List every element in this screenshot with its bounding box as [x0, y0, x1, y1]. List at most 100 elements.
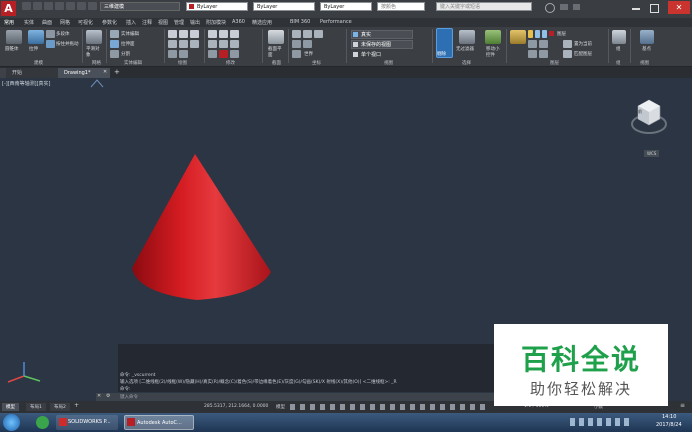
arc-icon[interactable] [168, 40, 177, 48]
help-icon[interactable] [573, 4, 580, 10]
plot-icon[interactable] [66, 2, 75, 10]
tab-home[interactable]: 常用 [4, 19, 14, 26]
command-settings-icon[interactable]: ⚙ [106, 393, 110, 399]
filter-icon[interactable] [459, 30, 475, 44]
make-current-icon[interactable] [563, 40, 572, 48]
layer-tool1-icon[interactable] [528, 40, 537, 48]
tab-annotate[interactable]: 注释 [142, 19, 152, 26]
tab-start[interactable]: 开始 [6, 68, 58, 78]
layer-tool2-icon[interactable] [539, 40, 548, 48]
ucs-icon[interactable] [292, 30, 301, 38]
tab-featured[interactable]: 精选应用 [252, 19, 272, 26]
new-file-icon[interactable] [22, 2, 31, 10]
lineweight-dropdown[interactable]: ByLayer [320, 2, 372, 11]
start-button-icon[interactable] [3, 414, 20, 431]
color-dropdown[interactable]: ByLayer [186, 2, 248, 11]
polysolid-icon[interactable] [46, 30, 55, 38]
ucs-world-icon[interactable] [292, 50, 301, 58]
minimize-icon[interactable] [632, 8, 640, 10]
move-icon[interactable] [208, 30, 217, 38]
tab-bim360[interactable]: BIM 360 [290, 19, 310, 25]
workspace-dropdown[interactable]: 三维建模 [100, 2, 180, 11]
erase-icon[interactable] [219, 50, 228, 58]
line-icon[interactable] [168, 30, 177, 38]
ucs-view-icon[interactable] [314, 30, 323, 38]
ellipse-icon[interactable] [179, 50, 188, 58]
ucs-origin-icon[interactable] [303, 30, 312, 38]
tab-solid[interactable]: 实体 [24, 19, 34, 26]
tab-insert[interactable]: 插入 [126, 19, 136, 26]
ucs-y-icon[interactable] [303, 40, 312, 48]
cone-3d-object[interactable] [125, 150, 275, 305]
ucs-x-icon[interactable] [292, 40, 301, 48]
close-icon[interactable]: ✕ [668, 1, 690, 14]
layer-tool4-icon[interactable] [539, 50, 548, 58]
separate-icon[interactable] [110, 50, 119, 58]
layout-tab-model[interactable]: 模型 [2, 403, 19, 411]
exchange-icon[interactable] [560, 4, 568, 10]
command-input[interactable] [96, 393, 494, 401]
tab-mesh[interactable]: 网格 [60, 19, 70, 26]
wcs-menu[interactable]: WCS [644, 150, 660, 157]
tab-visualize[interactable]: 可视化 [78, 19, 93, 26]
align-icon[interactable] [230, 50, 239, 58]
circle-icon[interactable] [190, 30, 199, 38]
tab-performance[interactable]: Performance [320, 19, 352, 25]
group-icon[interactable] [612, 30, 626, 44]
match-layer-icon[interactable] [563, 50, 572, 58]
search-input[interactable]: 键入关键字或短语 [436, 2, 532, 11]
mirror-icon[interactable] [208, 40, 217, 48]
named-view-dropdown[interactable]: 未保存的视图 [351, 40, 413, 49]
move-gizmo-icon[interactable] [485, 30, 501, 44]
system-tray-icons[interactable] [570, 418, 630, 426]
plotstyle-dropdown[interactable]: 按颜色 [377, 2, 425, 11]
add-layout-icon[interactable]: + [74, 402, 79, 409]
new-tab-icon[interactable]: + [114, 68, 120, 76]
tab-output[interactable]: 输出 [190, 19, 200, 26]
tab-parametric[interactable]: 参数化 [102, 19, 117, 26]
layout-tab-1[interactable]: 布局1 [26, 403, 46, 411]
tab-addins[interactable]: 附加模块 [206, 19, 226, 26]
smooth-object-icon[interactable] [86, 30, 102, 44]
hatch-icon[interactable] [190, 40, 199, 48]
visual-style-dropdown[interactable]: 真实 [351, 30, 413, 39]
linetype-dropdown[interactable]: ByLayer [253, 2, 315, 11]
rotate-icon[interactable] [219, 30, 228, 38]
clock-date[interactable]: 2017/8/24 [656, 422, 682, 428]
status-model-label[interactable]: 模型 [276, 404, 285, 410]
polyline-icon[interactable] [179, 30, 188, 38]
layer-current-label[interactable]: 图层 [557, 31, 566, 37]
section-plane-icon[interactable] [268, 30, 284, 44]
box-icon[interactable] [6, 30, 22, 44]
redo-icon[interactable] [88, 2, 97, 10]
spline-icon[interactable] [168, 50, 177, 58]
coords-world-label[interactable]: 世界 [304, 51, 313, 57]
maximize-icon[interactable] [650, 4, 659, 13]
viewcube-icon[interactable] [627, 96, 667, 138]
layout-tab-2[interactable]: 布局2 [50, 403, 70, 411]
rectangle-icon[interactable] [179, 40, 188, 48]
tab-close-icon[interactable]: ✕ [103, 69, 107, 75]
tab-surface[interactable]: 曲面 [42, 19, 52, 26]
save-icon[interactable] [44, 2, 53, 10]
layer-tool3-icon[interactable] [528, 50, 537, 58]
tab-view[interactable]: 视图 [158, 19, 168, 26]
autocad-logo-icon[interactable]: A [1, 1, 16, 16]
tab-manage[interactable]: 管理 [174, 19, 184, 26]
layers-item2[interactable]: 匹配图层 [574, 51, 592, 57]
extrude-icon[interactable] [28, 30, 44, 44]
base-view-icon[interactable] [640, 30, 654, 44]
extrude-face-icon[interactable] [110, 40, 119, 48]
save-as-icon[interactable] [55, 2, 64, 10]
viewport-controls-label[interactable]: [-][西南等轴测][真实] [2, 80, 51, 87]
copy-icon[interactable] [230, 30, 239, 38]
presspull-icon[interactable] [46, 40, 55, 48]
status-toggle-icons[interactable] [290, 404, 490, 410]
sign-in-icon[interactable] [545, 3, 555, 13]
undo-icon[interactable] [77, 2, 86, 10]
layer-properties-icon[interactable] [510, 30, 526, 44]
open-file-icon[interactable] [33, 2, 42, 10]
array-icon[interactable] [208, 50, 217, 58]
browser-icon[interactable] [36, 416, 49, 429]
tab-a360[interactable]: A360 [232, 19, 245, 25]
